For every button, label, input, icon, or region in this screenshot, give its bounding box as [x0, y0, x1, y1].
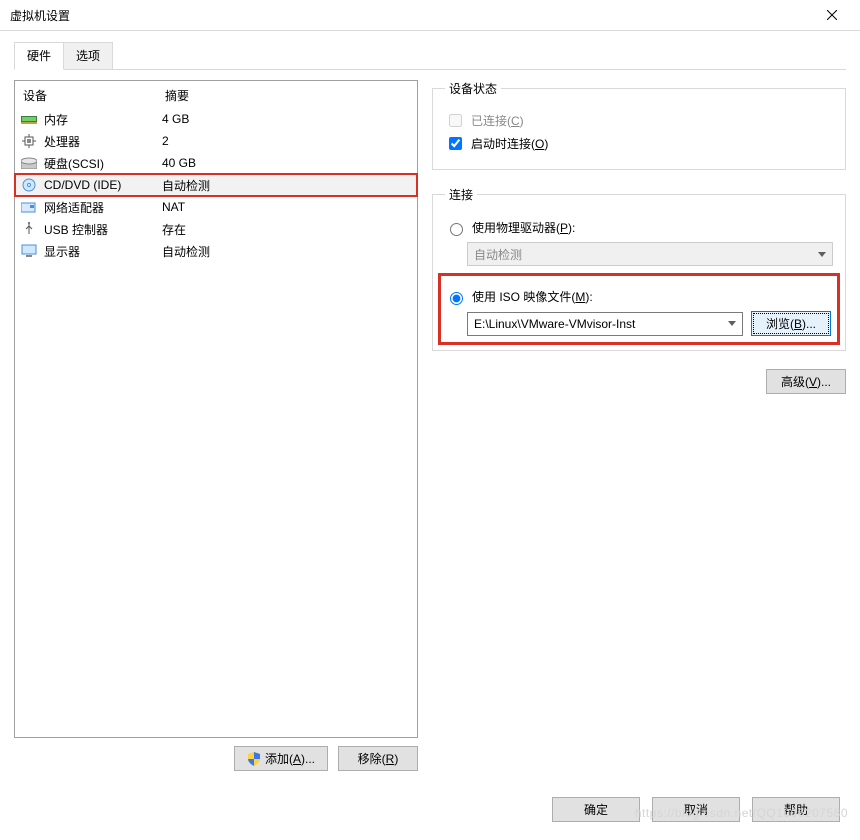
connected-checkbox: [449, 114, 462, 127]
use-iso-label: 使用 ISO 映像文件(M):: [472, 288, 593, 305]
header-device: 设备: [23, 87, 165, 104]
iso-path-value: E:\Linux\VMware-VMvisor-Inst: [474, 317, 635, 331]
add-label: 添加(A)...: [265, 750, 315, 767]
memory-icon: [20, 111, 38, 127]
device-list: 设备 摘要 内存 4 GB: [14, 80, 418, 738]
cpu-icon: [20, 133, 38, 149]
add-device-button[interactable]: 添加(A)...: [234, 746, 328, 771]
physical-drive-dropdown: 自动检测: [467, 242, 833, 266]
tab-options[interactable]: 选项: [63, 42, 113, 70]
device-name: 网络适配器: [44, 199, 162, 216]
chevron-down-icon: [728, 321, 736, 326]
window-title: 虚拟机设置: [10, 7, 812, 24]
advanced-button[interactable]: 高级(V)...: [766, 369, 846, 394]
browse-button[interactable]: 浏览(B)...: [751, 311, 831, 336]
header-summary: 摘要: [165, 87, 189, 104]
browse-label: 浏览(B)...: [766, 317, 816, 331]
connect-at-poweron-checkbox[interactable]: [449, 137, 462, 150]
device-row-nic[interactable]: 网络适配器 NAT: [15, 196, 417, 218]
disk-icon: [20, 155, 38, 171]
tab-strip: 硬件 选项: [14, 41, 846, 69]
remove-label: 移除(R): [358, 750, 399, 767]
device-summary: 自动检测: [162, 243, 412, 260]
device-row-memory[interactable]: 内存 4 GB: [15, 108, 417, 130]
nic-icon: [20, 199, 38, 215]
device-name: CD/DVD (IDE): [44, 178, 162, 192]
dialog-button-row: 确定 取消 帮助: [552, 797, 840, 822]
device-status-group: 设备状态 已连接(C) 启动时连接(O): [432, 80, 846, 170]
device-name: 硬盘(SCSI): [44, 155, 162, 172]
close-button[interactable]: [812, 0, 852, 30]
ok-button[interactable]: 确定: [552, 797, 640, 822]
cancel-button[interactable]: 取消: [652, 797, 740, 822]
device-name: USB 控制器: [44, 221, 162, 238]
device-summary: 2: [162, 134, 412, 148]
tab-hardware[interactable]: 硬件: [14, 42, 64, 70]
title-bar: 虚拟机设置: [0, 0, 860, 31]
use-physical-label: 使用物理驱动器(P):: [472, 219, 575, 236]
device-row-cpu[interactable]: 处理器 2: [15, 130, 417, 152]
connection-legend: 连接: [445, 186, 477, 203]
display-icon: [20, 243, 38, 259]
remove-device-button[interactable]: 移除(R): [338, 746, 418, 771]
connected-label: 已连接(C): [471, 112, 524, 129]
device-row-usb[interactable]: USB 控制器 存在: [15, 218, 417, 240]
device-summary: 4 GB: [162, 112, 412, 126]
device-name: 处理器: [44, 133, 162, 150]
physical-drive-value: 自动检测: [474, 246, 522, 263]
use-iso-radio[interactable]: [450, 292, 463, 305]
device-summary: 40 GB: [162, 156, 412, 170]
device-row-display[interactable]: 显示器 自动检测: [15, 240, 417, 262]
help-button[interactable]: 帮助: [752, 797, 840, 822]
connect-at-poweron-label: 启动时连接(O): [471, 135, 548, 152]
device-name: 显示器: [44, 243, 162, 260]
chevron-down-icon: [818, 252, 826, 257]
close-icon: [827, 10, 837, 20]
use-physical-radio[interactable]: [450, 223, 463, 236]
device-row-cddvd[interactable]: CD/DVD (IDE) 自动检测: [15, 174, 417, 196]
device-summary: 存在: [162, 221, 412, 238]
device-name: 内存: [44, 111, 162, 128]
device-summary: 自动检测: [162, 177, 412, 194]
connection-group: 连接 使用物理驱动器(P): 自动检测 使用 ISO 映像文件(M):: [432, 186, 846, 351]
iso-path-dropdown[interactable]: E:\Linux\VMware-VMvisor-Inst: [467, 312, 743, 336]
advanced-label: 高级(V)...: [781, 373, 831, 390]
device-summary: NAT: [162, 200, 412, 214]
device-status-legend: 设备状态: [445, 80, 501, 97]
uac-shield-icon: [247, 752, 261, 766]
usb-icon: [20, 221, 38, 237]
cd-icon: [20, 177, 38, 193]
device-row-disk[interactable]: 硬盘(SCSI) 40 GB: [15, 152, 417, 174]
device-list-header: 设备 摘要: [15, 81, 417, 108]
